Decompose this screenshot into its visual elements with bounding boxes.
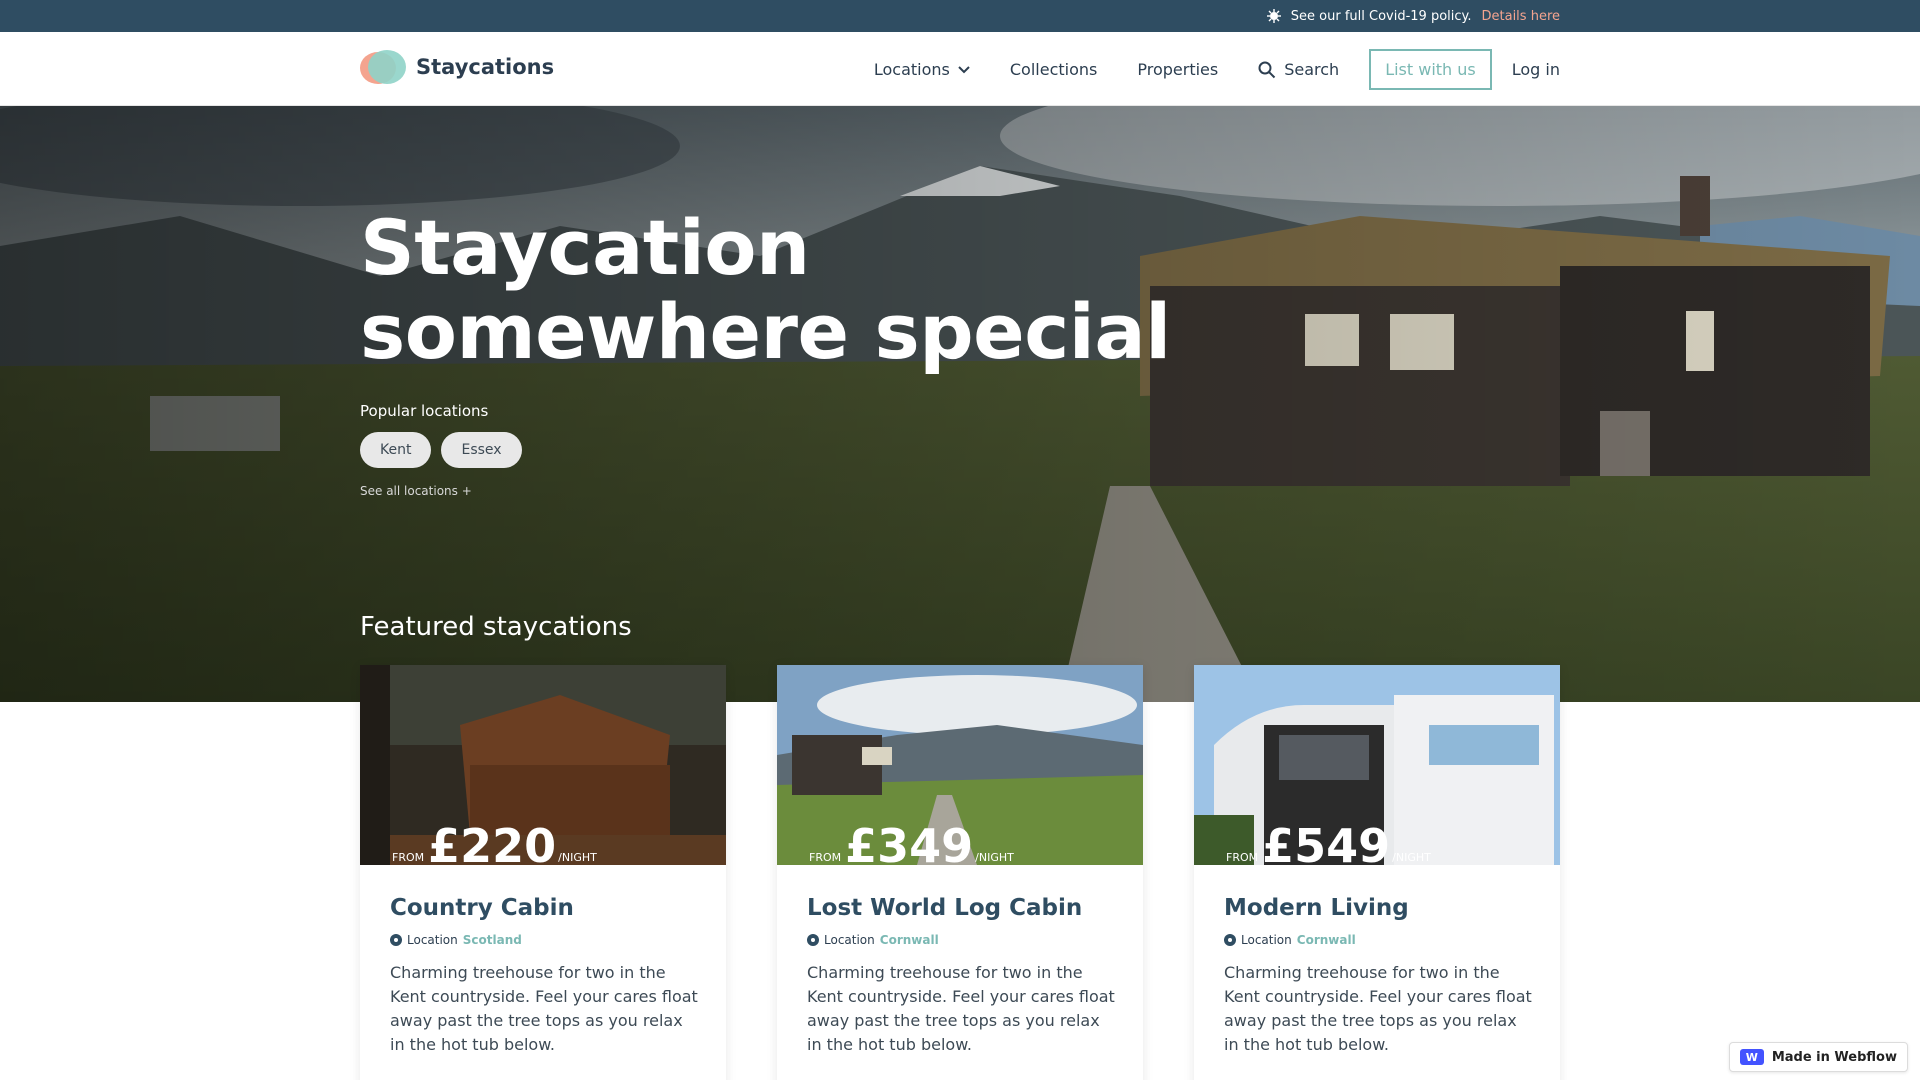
property-description: Charming treehouse for two in the Kent c… <box>390 963 698 1054</box>
property-location: Location Cornwall <box>1224 933 1356 947</box>
location-pin-icon <box>1224 934 1236 946</box>
webflow-badge-label: Made in Webflow <box>1771 1049 1897 1065</box>
main-nav: Staycations Locations Collections Proper… <box>0 32 1920 106</box>
location-pin-icon <box>807 934 819 946</box>
logo-icon <box>360 50 406 84</box>
nav-search-label: Search <box>1284 60 1340 79</box>
price-from: FROM <box>809 851 842 864</box>
webflow-logo-icon: W <box>1739 1049 1764 1065</box>
login-link[interactable]: Log in <box>1512 60 1560 79</box>
price-amount: £349 <box>845 819 974 865</box>
price-tag: FROM £220 /NIGHT <box>392 823 597 865</box>
price-from: FROM <box>1226 851 1259 864</box>
property-title[interactable]: Country Cabin <box>390 895 574 921</box>
property-card[interactable]: FROM £220 /NIGHT Country Cabin Location … <box>360 665 726 1080</box>
popular-locations-label: Popular locations <box>360 402 489 420</box>
price-per: /NIGHT <box>558 851 597 864</box>
location-chips: Kent Essex <box>360 432 522 468</box>
nav-properties-label: Properties <box>1137 60 1219 79</box>
covid-banner: See our full Covid-19 policy. Details he… <box>0 0 1920 32</box>
covid-text: See our full Covid-19 policy. <box>1290 8 1472 24</box>
location-value[interactable]: Cornwall <box>1297 933 1356 947</box>
see-all-locations-link[interactable]: See all locations + <box>360 484 472 498</box>
nav-locations-label: Locations <box>873 60 950 79</box>
price-from: FROM <box>392 851 425 864</box>
property-description: Charming treehouse for two in the Kent c… <box>1224 963 1532 1054</box>
location-label: Location <box>407 933 458 947</box>
location-value[interactable]: Scotland <box>463 933 522 947</box>
location-value[interactable]: Cornwall <box>880 933 939 947</box>
nav-properties[interactable]: Properties <box>1137 60 1218 79</box>
property-title[interactable]: Modern Living <box>1224 895 1409 921</box>
price-amount: £549 <box>1262 819 1391 865</box>
chip-essex[interactable]: Essex <box>441 432 522 468</box>
brand-logo-link[interactable]: Staycations <box>360 50 554 84</box>
brand-name: Staycations <box>416 55 555 79</box>
price-tag: FROM £349 /NIGHT <box>809 823 1014 865</box>
price-per: /NIGHT <box>1392 851 1431 864</box>
hero-title: Staycation somewhere special <box>360 206 1171 374</box>
nav-locations[interactable]: Locations <box>874 60 970 79</box>
property-card[interactable]: FROM £349 /NIGHT Lost World Log Cabin Lo… <box>777 665 1143 1080</box>
hero-cabin-image <box>0 106 1920 702</box>
property-card[interactable]: FROM £549 /NIGHT Modern Living Location … <box>1194 665 1560 1080</box>
property-location: Location Cornwall <box>807 933 939 947</box>
property-image: FROM £220 /NIGHT <box>360 665 726 865</box>
price-per: /NIGHT <box>975 851 1014 864</box>
price-tag: FROM £549 /NIGHT <box>1226 823 1431 865</box>
nav-search[interactable]: Search <box>1258 60 1339 79</box>
nav-collections-label: Collections <box>1009 60 1098 79</box>
covid-details-link[interactable]: Details here <box>1482 9 1561 24</box>
property-title[interactable]: Lost World Log Cabin <box>807 895 1082 921</box>
location-pin-icon <box>390 934 402 946</box>
hero-title-line1: Staycation <box>360 203 810 292</box>
location-label: Location <box>824 933 875 947</box>
virus-icon <box>1266 9 1281 23</box>
featured-title: Featured staycations <box>360 612 632 642</box>
property-image: FROM £349 /NIGHT <box>777 665 1143 865</box>
chevron-down-icon <box>958 65 970 73</box>
nav-collections[interactable]: Collections <box>1010 60 1097 79</box>
list-with-us-button[interactable]: List with us <box>1369 49 1492 90</box>
made-in-webflow-badge[interactable]: W Made in Webflow <box>1728 1042 1908 1072</box>
price-amount: £220 <box>428 819 557 865</box>
search-icon <box>1258 61 1276 78</box>
property-image: FROM £549 /NIGHT <box>1194 665 1560 865</box>
chip-kent[interactable]: Kent <box>360 432 432 468</box>
hero-section: Staycation somewhere special Popular loc… <box>0 106 1920 702</box>
property-description: Charming treehouse for two in the Kent c… <box>807 963 1115 1054</box>
hero-title-line2: somewhere special <box>360 287 1171 376</box>
property-location: Location Scotland <box>390 933 522 947</box>
location-label: Location <box>1241 933 1292 947</box>
